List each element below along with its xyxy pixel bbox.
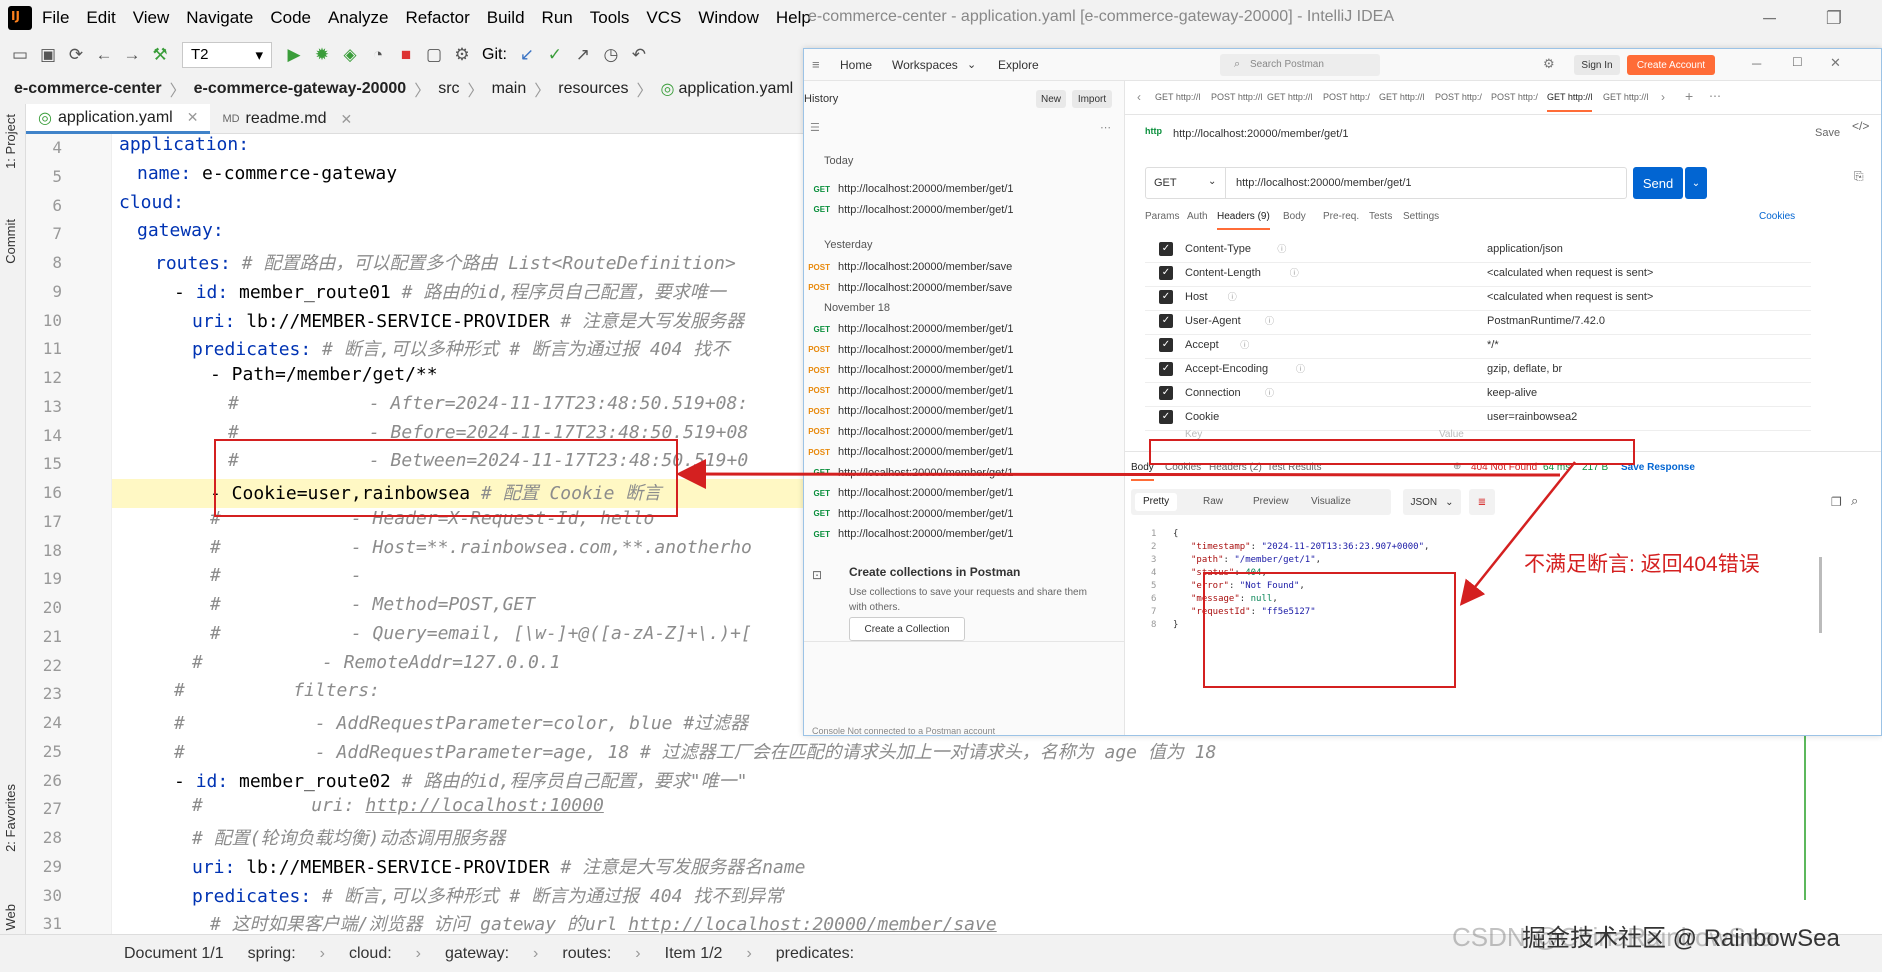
- annotation-label: 不满足断言: 返回404错误: [1524, 553, 1760, 576]
- watermark-juejin: 掘金技术社区 @ RainbowSea: [1522, 925, 1840, 952]
- annotation-arrows: [676, 459, 1576, 606]
- arrow-to-code: [676, 459, 1561, 490]
- arrow-to-response: [1459, 461, 1576, 606]
